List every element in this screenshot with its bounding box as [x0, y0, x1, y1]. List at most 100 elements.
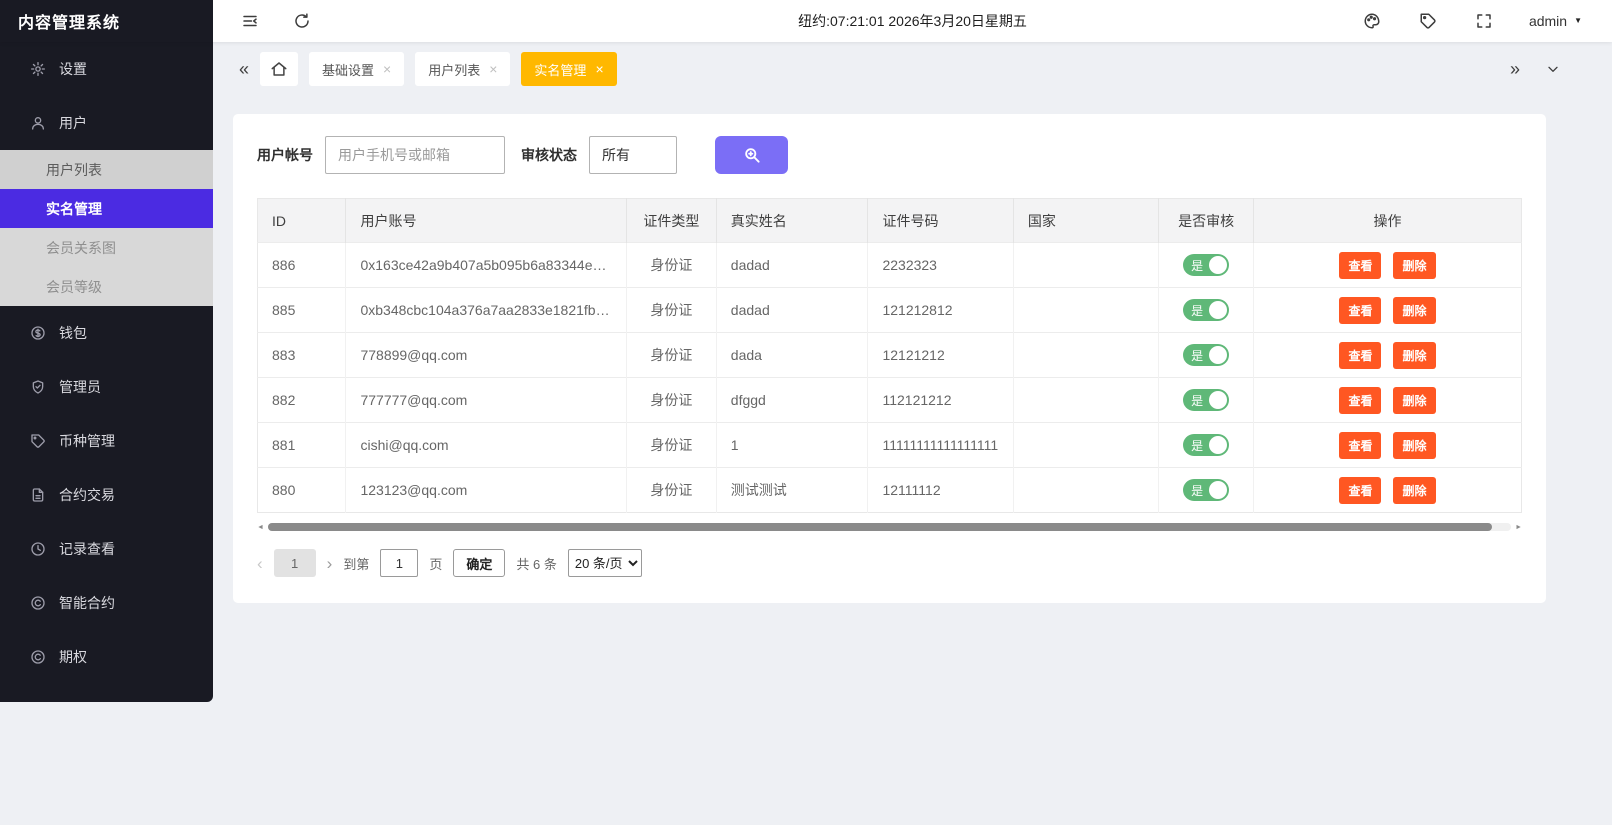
toggle-knob	[1209, 346, 1227, 364]
verified-toggle[interactable]: 是	[1183, 389, 1229, 411]
scrollbar-left-arrow-icon[interactable]: ◄	[257, 524, 264, 531]
verified-toggle[interactable]: 是	[1183, 434, 1229, 456]
fullscreen-icon[interactable]	[1473, 10, 1495, 32]
sidebar-item-label: 设置	[59, 59, 87, 79]
table-row: 880 123123@qq.com 身份证 测试测试 12111112 是 查看…	[258, 468, 1522, 513]
tab-user-list[interactable]: 用户列表 ×	[415, 52, 510, 86]
user-icon	[30, 115, 46, 131]
goto-label: 到第	[343, 554, 369, 573]
status-filter-input[interactable]	[589, 136, 677, 174]
gear-icon	[30, 61, 46, 77]
scrollbar-right-arrow-icon[interactable]: ►	[1515, 524, 1522, 531]
view-button[interactable]: 查看	[1339, 252, 1381, 279]
col-header-verified: 是否审核	[1159, 199, 1254, 243]
sidebar-item-contract-trade[interactable]: 合约交易	[0, 468, 213, 522]
goto-page-input[interactable]	[380, 549, 418, 577]
delete-button[interactable]: 删除	[1393, 297, 1435, 324]
toggle-knob	[1209, 391, 1227, 409]
verified-toggle[interactable]: 是	[1183, 479, 1229, 501]
toggle-on-label: 是	[1191, 437, 1203, 454]
tab-realname-management[interactable]: 实名管理 ×	[521, 52, 616, 86]
tab-basic-settings[interactable]: 基础设置 ×	[309, 52, 404, 86]
delete-button[interactable]: 删除	[1393, 342, 1435, 369]
cell-id: 886	[258, 243, 346, 288]
coin-tag-icon	[30, 433, 46, 449]
sidebar-item-smart-contract[interactable]: 智能合约	[0, 576, 213, 630]
cell-doc-type: 身份证	[627, 243, 717, 288]
cell-account: cishi@qq.com	[346, 423, 627, 468]
verified-toggle[interactable]: 是	[1183, 254, 1229, 276]
cell-account: 0x163ce42a9b407a5b095b6a83344e25…	[346, 243, 627, 288]
page-size-select[interactable]: 20 条/页	[568, 549, 642, 577]
search-button[interactable]	[715, 136, 788, 174]
view-button[interactable]: 查看	[1339, 387, 1381, 414]
cell-real-name: dfggd	[716, 378, 868, 423]
sidebar-item-user[interactable]: 用户	[0, 96, 213, 150]
cell-account: 0xb348cbc104a376a7aa2833e1821fb61…	[346, 288, 627, 333]
cell-country	[1013, 468, 1158, 513]
scrollbar-track[interactable]	[268, 523, 1511, 531]
collapse-menu-icon[interactable]	[239, 10, 261, 32]
sidebar-item-realname-management[interactable]: 实名管理	[0, 189, 213, 228]
view-button[interactable]: 查看	[1339, 477, 1381, 504]
current-page-button[interactable]: 1	[274, 549, 316, 577]
sidebar-item-options[interactable]: 期权	[0, 630, 213, 684]
theme-palette-icon[interactable]	[1361, 10, 1383, 32]
toggle-knob	[1209, 256, 1227, 274]
view-button[interactable]: 查看	[1339, 297, 1381, 324]
shield-icon	[30, 379, 46, 395]
tag-icon[interactable]	[1417, 10, 1439, 32]
tabs-scroll-right-icon[interactable]: »	[1510, 60, 1520, 78]
sidebar-item-wallet[interactable]: 钱包	[0, 306, 213, 360]
sidebar-item-admin[interactable]: 管理员	[0, 360, 213, 414]
cell-country	[1013, 243, 1158, 288]
cell-doc-type: 身份证	[627, 468, 717, 513]
tabs-menu-chevron-down-icon[interactable]	[1542, 58, 1564, 80]
caret-down-icon: ▼	[1574, 17, 1582, 25]
view-button[interactable]: 查看	[1339, 432, 1381, 459]
close-icon[interactable]: ×	[595, 62, 603, 76]
realname-table: ID 用户账号 证件类型 真实姓名 证件号码 国家 是否审核 操作 886 0x…	[257, 198, 1522, 513]
sidebar-item-member-relation[interactable]: 会员关系图	[0, 228, 213, 267]
account-search-input[interactable]	[325, 136, 505, 174]
delete-button[interactable]: 删除	[1393, 432, 1435, 459]
delete-button[interactable]: 删除	[1393, 387, 1435, 414]
prev-page-icon[interactable]: ‹	[257, 555, 263, 572]
cell-account: 777777@qq.com	[346, 378, 627, 423]
refresh-icon[interactable]	[291, 10, 313, 32]
sidebar-item-records[interactable]: 记录查看	[0, 522, 213, 576]
view-button[interactable]: 查看	[1339, 342, 1381, 369]
cell-country	[1013, 423, 1158, 468]
next-page-icon[interactable]: ›	[327, 555, 333, 572]
sidebar: 设置 用户 用户列表 实名管理 会员关系图 会员等级 钱包 管理员 币种管理 合…	[0, 42, 213, 702]
sidebar-item-settings[interactable]: 设置	[0, 42, 213, 96]
cell-country	[1013, 333, 1158, 378]
tabs-scroll-left-icon[interactable]: «	[239, 60, 249, 78]
verified-toggle[interactable]: 是	[1183, 299, 1229, 321]
cell-real-name: 测试测试	[716, 468, 868, 513]
cell-doc-type: 身份证	[627, 333, 717, 378]
home-tab[interactable]	[260, 52, 298, 86]
confirm-page-button[interactable]: 确定	[453, 549, 505, 577]
sidebar-item-user-list[interactable]: 用户列表	[0, 150, 213, 189]
col-header-account: 用户账号	[346, 199, 627, 243]
close-icon[interactable]: ×	[383, 62, 391, 76]
cell-id: 883	[258, 333, 346, 378]
sidebar-item-coin-management[interactable]: 币种管理	[0, 414, 213, 468]
user-menu[interactable]: admin ▼	[1529, 13, 1582, 29]
sidebar-item-member-level[interactable]: 会员等级	[0, 267, 213, 306]
delete-button[interactable]: 删除	[1393, 252, 1435, 279]
col-header-actions: 操作	[1253, 199, 1521, 243]
col-header-doc-number: 证件号码	[868, 199, 1013, 243]
verified-toggle[interactable]: 是	[1183, 344, 1229, 366]
toggle-on-label: 是	[1191, 482, 1203, 499]
scrollbar-thumb[interactable]	[268, 523, 1492, 531]
toggle-knob	[1209, 436, 1227, 454]
tab-bar-right: »	[1510, 58, 1564, 80]
close-icon[interactable]: ×	[489, 62, 497, 76]
table-row: 883 778899@qq.com 身份证 dada 12121212 是 查看…	[258, 333, 1522, 378]
cell-doc-number: 12121212	[868, 333, 1013, 378]
delete-button[interactable]: 删除	[1393, 477, 1435, 504]
options-icon	[30, 649, 46, 665]
sidebar-item-label: 用户	[59, 113, 87, 133]
